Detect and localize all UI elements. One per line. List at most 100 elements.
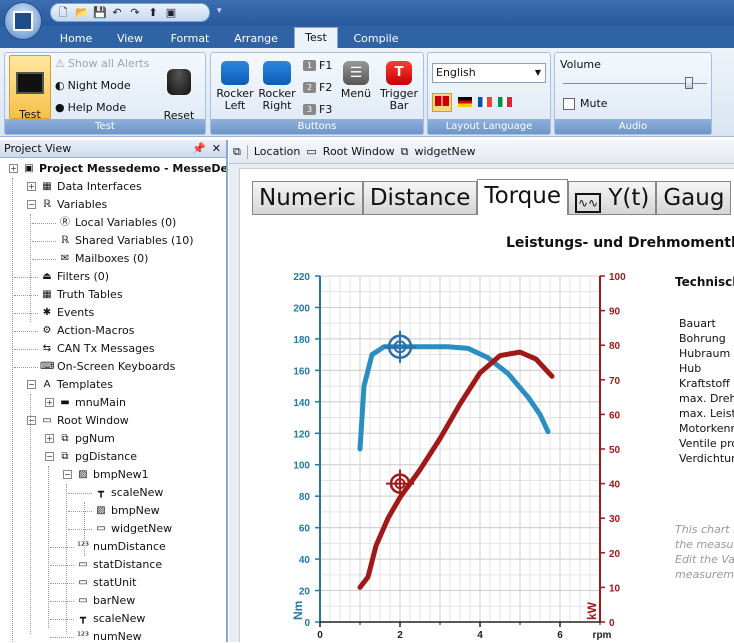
tree-item-scalenew[interactable]: ┳ scaleNew — [94, 484, 163, 502]
expand-toggle-icon[interactable]: + — [9, 164, 18, 173]
breadcrumb-location: Location — [253, 145, 301, 158]
tab-test[interactable]: Test — [294, 27, 338, 48]
tree-item-action-macros[interactable]: ⚙ Action-Macros — [40, 322, 135, 340]
tree-item-mnumain[interactable]: ▬ mnuMain — [58, 394, 126, 412]
upload-icon[interactable]: ⬆ — [147, 6, 159, 19]
french-flag-icon[interactable] — [478, 97, 492, 107]
tree-item-statdistance[interactable]: ▭ statDistance — [76, 556, 162, 574]
application-menu-button[interactable] — [4, 2, 42, 40]
widget-tab-gauge[interactable]: Gaug — [656, 181, 732, 215]
widget-tab-distance[interactable]: Distance — [362, 181, 478, 215]
tree-item-bmpnew[interactable]: ▨ bmpNew — [94, 502, 159, 520]
rocker-right-button[interactable]: Rocker Right — [257, 61, 297, 112]
mute-checkbox[interactable]: Mute — [563, 97, 608, 110]
tab-compile[interactable]: Compile — [346, 30, 406, 48]
tree-item-scalenew-2[interactable]: ┳ scaleNew — [76, 610, 145, 628]
widget-tab-torque[interactable]: Torque — [477, 179, 569, 215]
tree-item-widgetnew[interactable]: ▭ widgetNew — [94, 520, 172, 538]
tree-item-root-window[interactable]: ▭ Root Window — [40, 412, 129, 430]
design-canvas[interactable]: Numeric Distance Torque ∿∿ Y(t) Gaug Lei… — [239, 168, 734, 642]
language-select[interactable]: English ▼ — [432, 63, 546, 83]
help-mode-button[interactable]: ● Help Mode — [55, 101, 126, 114]
volume-slider-thumb[interactable] — [685, 77, 694, 89]
info-icon: ● — [55, 101, 65, 114]
tab-format[interactable]: Format — [162, 30, 218, 48]
group-buttons: Rocker Left Rocker Right 1 F1 2 F2 3 F3 ☰ Me… — [210, 52, 424, 135]
tab-view[interactable]: View — [108, 30, 152, 48]
tree-item-project[interactable]: ▣ Project Messedemo - MesseDem — [22, 160, 226, 178]
tab-home[interactable]: Home — [52, 30, 100, 48]
tab-arrange[interactable]: Arrange — [226, 30, 286, 48]
italian-flag-icon[interactable] — [498, 97, 512, 107]
expand-toggle-icon[interactable]: − — [27, 200, 36, 209]
rocker-left-button[interactable]: Rocker Left — [215, 61, 255, 112]
expand-toggle-icon[interactable]: + — [45, 398, 54, 407]
tree-item-numdistance[interactable]: ¹²³ numDistance — [76, 538, 166, 556]
tree-item-pgdistance[interactable]: ⧉ pgDistance — [58, 448, 137, 466]
numnew-icon: ¹²³ — [76, 631, 90, 642]
breadcrumb-widget[interactable]: widgetNew — [414, 145, 475, 158]
expand-toggle-icon[interactable]: + — [45, 434, 54, 443]
german-flag-icon[interactable] — [458, 97, 472, 107]
f3-number-icon: 3 — [303, 104, 316, 115]
window-icon[interactable]: ⧉ — [233, 145, 241, 159]
mnumain-icon: ▬ — [60, 397, 70, 408]
expand-toggle-icon[interactable]: + — [27, 182, 36, 191]
project-view-title: Project View — [4, 142, 72, 155]
tree-item-truth-tables[interactable]: ▦ Truth Tables — [40, 286, 122, 304]
breadcrumb-root-window[interactable]: Root Window — [323, 145, 395, 158]
tree-item-numnew[interactable]: ¹²³ numNew — [76, 628, 142, 642]
tree-item-data-interfaces[interactable]: ▦ Data Interfaces — [40, 178, 142, 196]
tree-item-barnew[interactable]: ▭ barNew — [76, 592, 135, 610]
pin-icon[interactable]: 📌 — [192, 140, 206, 158]
tree-item-label: numDistance — [93, 540, 166, 553]
widget-tab-yt[interactable]: ∿∿ Y(t) — [568, 181, 657, 215]
open-folder-icon[interactable]: 📂 — [75, 6, 89, 19]
volume-slider[interactable] — [563, 77, 707, 89]
close-icon[interactable]: ✕ — [212, 140, 221, 158]
menu-button[interactable]: ☰ Menü — [339, 61, 373, 100]
tree-item-local-variables[interactable]: Ⓡ Local Variables (0) — [58, 214, 176, 232]
tree-item-label: Data Interfaces — [57, 180, 142, 193]
power-curve — [357, 349, 555, 590]
tree-item-templates[interactable]: A Templates — [40, 376, 113, 394]
expand-toggle-icon[interactable]: − — [63, 470, 72, 479]
barnew-icon: ▭ — [78, 595, 88, 606]
f1-button[interactable]: 1 F1 — [303, 59, 332, 72]
tech-row: Bohrung — [679, 332, 726, 345]
show-all-alerts-button[interactable]: ⚠ Show all Alerts — [55, 57, 149, 70]
tree-item-label: pgNum — [75, 432, 115, 445]
f3-button[interactable]: 3 F3 — [303, 103, 332, 116]
undo-icon[interactable]: ↶ — [111, 6, 123, 19]
database-icon — [167, 69, 191, 95]
f2-button[interactable]: 2 F2 — [303, 81, 332, 94]
tree-item-on-screen-keyboards[interactable]: ⌨ On-Screen Keyboards — [40, 358, 175, 376]
tree-item-statunit[interactable]: ▭ statUnit — [76, 574, 137, 592]
tree-item-label: statUnit — [93, 576, 137, 589]
tree-item-bmpnew1[interactable]: ▨ bmpNew1 — [76, 466, 148, 484]
tree-item-variables[interactable]: ℝ Variables — [40, 196, 107, 214]
tree-item-label: Variables — [57, 198, 108, 211]
export-icon[interactable]: ▣ — [165, 6, 177, 19]
redo-icon[interactable]: ↷ — [129, 6, 141, 19]
widget-tab-numeric[interactable]: Numeric — [252, 181, 363, 215]
expand-toggle-icon[interactable]: − — [45, 452, 54, 461]
save-icon[interactable]: 💾 — [93, 6, 107, 19]
tree-item-pgnum[interactable]: ⧉ pgNum — [58, 430, 115, 448]
tree-item-mailboxes[interactable]: ✉ Mailboxes (0) — [58, 250, 149, 268]
expand-toggle-icon[interactable]: − — [27, 380, 36, 389]
customize-toolbar-icon[interactable]: ▾ — [217, 6, 222, 16]
test-mode-button[interactable]: Test Mode — [9, 55, 51, 133]
tech-note-line: the measu — [675, 538, 734, 551]
night-mode-button[interactable]: ◐ Night Mode — [55, 79, 131, 92]
tree-item-events[interactable]: ✱ Events — [40, 304, 94, 322]
app-logo-icon — [13, 11, 33, 31]
trigger-bar-button[interactable]: T Trigger Bar — [377, 61, 421, 112]
flag-uk-button[interactable] — [432, 92, 452, 112]
new-file-icon[interactable]: 🗋 — [57, 6, 69, 19]
tree-item-filters[interactable]: ⏏ Filters (0) — [40, 268, 109, 286]
language-selected-value: English — [436, 66, 476, 79]
expand-toggle-icon[interactable]: − — [27, 416, 36, 425]
tree-item-can-tx-messages[interactable]: ⇆ CAN Tx Messages — [40, 340, 155, 358]
tree-item-shared-variables[interactable]: ℝ Shared Variables (10) — [58, 232, 194, 250]
